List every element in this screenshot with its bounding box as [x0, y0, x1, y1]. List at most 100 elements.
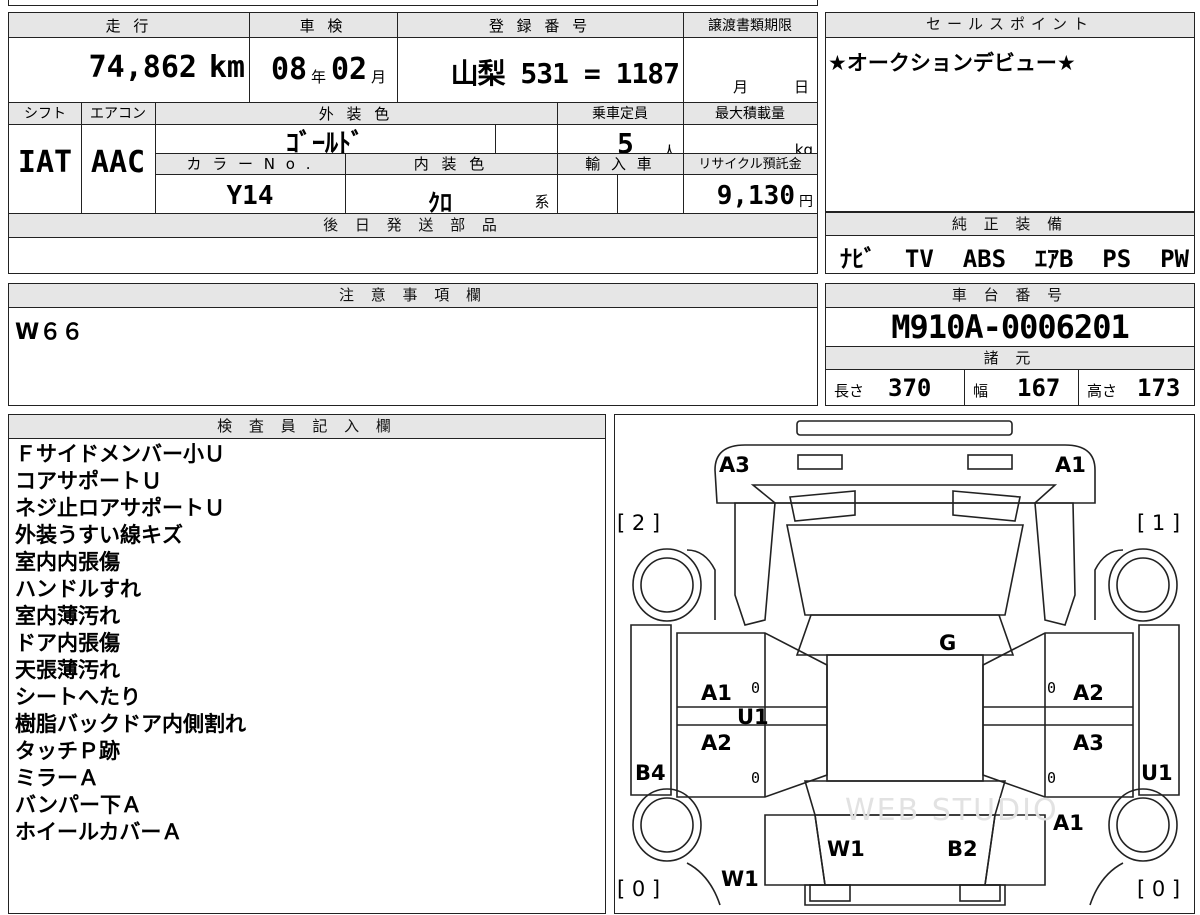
vehicle-diagram-box: A3 A1 [ 2 ] [ 1 ] G A1 0 U1 A2 0 B4 0 A2… — [614, 414, 1195, 914]
car-outline-diagram — [630, 420, 1180, 906]
remark-line: ホイールカバーＡ — [15, 820, 183, 844]
interior-color-suffix: 系 — [534, 193, 550, 211]
zero-marker: 0 — [1047, 769, 1057, 787]
spec-header: 諸 元 — [826, 346, 1194, 370]
inspection-year: 08 — [271, 52, 308, 87]
height-cell: 高さ 173 — [1078, 370, 1194, 406]
length-value: 370 — [888, 374, 932, 402]
sales-point-text: ★オークションデビュー★ — [828, 51, 1076, 75]
top-strip — [8, 0, 818, 6]
recycle-cell: 9,130 円 — [683, 175, 817, 213]
remark-line: 樹脂バックドア内側割れ — [15, 712, 246, 736]
label-bracket-0-right: [ 0 ] — [1137, 877, 1181, 901]
sales-point-box: セールスポイント ★オークションデビュー★ — [825, 12, 1195, 212]
inspection-month: 02 — [331, 52, 368, 87]
remark-line: 天張薄汚れ — [15, 658, 120, 682]
recycle-label: リサイクル預託金 — [698, 157, 802, 172]
recycle-unit: 円 — [799, 194, 813, 210]
remark-line: ミラーＡ — [15, 766, 99, 790]
transfer-cell: 月 日 — [683, 38, 817, 102]
remark-line: ネジ止ロアサポートＵ — [15, 496, 225, 520]
remark-line: バンパー下Ａ — [15, 793, 143, 817]
length-cell: 長さ 370 — [826, 370, 964, 406]
remark-line: 室内内張傷 — [15, 550, 120, 574]
watermark: WEB STUDIO — [845, 793, 1059, 828]
label-a1-left: A1 — [701, 681, 732, 705]
length-label: 長さ — [834, 382, 865, 400]
equipment-header: 純 正 装 備 — [826, 212, 1194, 236]
width-cell: 幅 167 — [964, 370, 1078, 406]
notes-header: 注 意 事 項 欄 — [9, 284, 817, 308]
inspection-year-unit: 年 — [311, 68, 327, 86]
spec-label: 諸 元 — [983, 349, 1037, 367]
chassis-box: 車 台 番 号 M910A-0006201 諸 元 長さ 370 幅 167 高… — [825, 283, 1195, 406]
zero-marker: 0 — [1047, 679, 1057, 697]
equipment-box: 純 正 装 備 ﾅﾋﾞ TV ABS ｴｱB PS PW — [825, 212, 1195, 274]
label-bracket-2: [ 2 ] — [617, 511, 661, 535]
equipment-value: ﾅﾋﾞ TV ABS ｴｱB PS PW — [840, 245, 1189, 273]
color-number-value: Y14 — [226, 181, 274, 211]
chassis-header: 車 台 番 号 — [826, 284, 1194, 308]
label-w1-center: W1 — [827, 837, 865, 861]
sales-point-header: セールスポイント — [826, 13, 1194, 38]
remark-line: 室内薄汚れ — [15, 604, 120, 628]
sales-point-label: セールスポイント — [925, 15, 1094, 33]
mileage-value: 74,862 — [88, 50, 197, 85]
shift-value: IAT — [17, 145, 73, 180]
remark-line: Ｆサイドメンバー小Ｕ — [15, 442, 225, 466]
label-bracket-0-left: [ 0 ] — [617, 877, 661, 901]
inspector-remarks: Ｆサイドメンバー小Ｕ コアサポートＵ ネジ止ロアサポートＵ 外装うすい線キズ 室… — [15, 441, 246, 846]
label-b4: B4 — [635, 761, 666, 785]
label-g: G — [939, 631, 957, 655]
vehicle-info-box: 走 行 車 検 登 録 番 号 譲渡書類期限 74,862 km 08 年 02… — [8, 12, 818, 274]
remark-line: ハンドルすれ — [15, 577, 141, 601]
max-load-label: 最大積載量 — [715, 106, 785, 122]
inspector-label: 検 査 員 記 入 欄 — [217, 417, 397, 435]
width-label: 幅 — [973, 382, 989, 400]
registration-label: 登 録 番 号 — [488, 17, 592, 35]
remark-line: ドア内張傷 — [15, 631, 120, 655]
label-a3-top: A3 — [719, 453, 750, 477]
inspection-month-unit: 月 — [371, 68, 387, 86]
transfer-month-unit: 月 — [733, 78, 749, 96]
label-b2: B2 — [947, 837, 978, 861]
label-w1-left: W1 — [721, 867, 759, 891]
exterior-color-label: 外 装 色 — [318, 105, 394, 123]
import-label: 輸 入 車 — [585, 155, 655, 173]
inspector-box: 検 査 員 記 入 欄 Ｆサイドメンバー小Ｕ コアサポートＵ ネジ止ロアサポート… — [8, 414, 606, 914]
label-a2-right: A2 — [1073, 681, 1104, 705]
shift-label: シフト — [24, 106, 66, 122]
aircon-value: AAC — [90, 145, 146, 180]
notes-value: W６６ — [15, 320, 84, 345]
height-value: 173 — [1137, 374, 1181, 402]
remark-line: タッチＰ跡 — [15, 739, 120, 763]
aircon-label: エアコン — [90, 106, 146, 122]
recycle-value: 9,130 — [716, 181, 795, 211]
registration-value: 山梨 531 = 1187 — [450, 57, 680, 90]
later-parts-label: 後 日 発 送 部 品 — [323, 216, 503, 234]
notes-label: 注 意 事 項 欄 — [338, 286, 488, 304]
inspection-label: 車 検 — [299, 17, 347, 35]
registration-cell: 山梨 531 = 1187 — [397, 38, 683, 102]
color-number-label: カ ラ ー N o . — [186, 155, 314, 173]
interior-color-label: 内 装 色 — [413, 155, 489, 173]
zero-marker: 0 — [751, 769, 761, 787]
mileage-label: 走 行 — [105, 17, 153, 35]
label-bracket-1: [ 1 ] — [1137, 511, 1181, 535]
equipment-label: 純 正 装 備 — [951, 215, 1069, 233]
inspector-header: 検 査 員 記 入 欄 — [9, 415, 605, 439]
width-value: 167 — [1017, 374, 1061, 402]
mileage-cell: 74,862 km — [9, 38, 249, 102]
label-a3-right: A3 — [1073, 731, 1104, 755]
height-label: 高さ — [1087, 382, 1118, 400]
chassis-label: 車 台 番 号 — [951, 286, 1069, 304]
remark-line: コアサポートＵ — [15, 469, 162, 493]
mileage-unit: km — [208, 50, 245, 85]
label-u1-center: U1 — [737, 705, 769, 729]
remark-line: 外装うすい線キズ — [15, 523, 183, 547]
later-parts-header: 後 日 発 送 部 品 — [9, 214, 817, 238]
chassis-value: M910A-0006201 — [891, 308, 1129, 346]
label-a1-top: A1 — [1055, 453, 1086, 477]
transfer-deadline-label: 譲渡書類期限 — [708, 18, 792, 34]
transfer-day-unit: 日 — [793, 78, 809, 96]
